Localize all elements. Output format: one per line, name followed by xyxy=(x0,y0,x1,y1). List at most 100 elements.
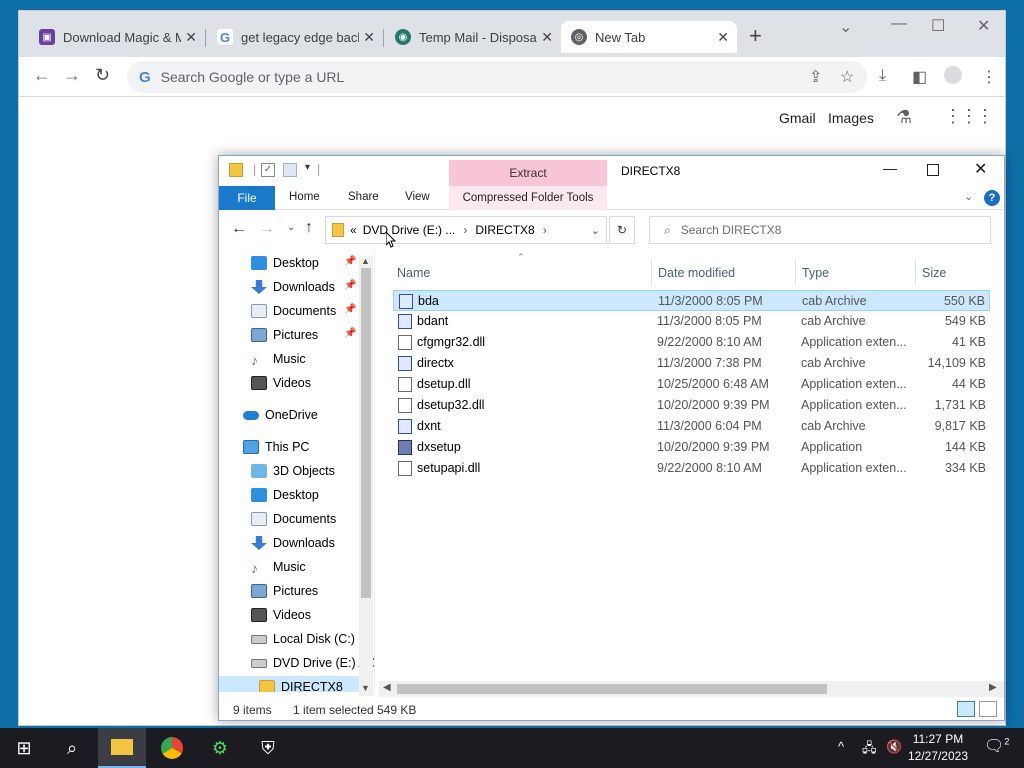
profile-avatar-icon[interactable] xyxy=(944,66,962,84)
nav-item-3d-objects[interactable]: 3D Objects xyxy=(251,460,335,482)
qat-dropdown-icon[interactable]: ▾ xyxy=(305,162,310,173)
pin-icon[interactable]: 📌 xyxy=(344,304,356,315)
tab-new-tab[interactable]: ◎ New Tab ✕ xyxy=(561,21,737,53)
scroll-down-icon[interactable]: ▼ xyxy=(361,683,370,693)
file-row[interactable]: dxnt 11/3/2000 6:04 PM cab Archive 9,817 KB xyxy=(393,416,990,437)
new-folder-icon[interactable] xyxy=(283,163,297,177)
up-arrow-icon[interactable]: ↑ xyxy=(305,219,313,237)
nav-item-videos-quick[interactable]: Videos xyxy=(251,372,311,394)
nav-item-downloads[interactable]: Downloads xyxy=(251,532,335,554)
horizontal-scroll-thumb[interactable] xyxy=(397,684,827,694)
ribbon-expand-chevron-icon[interactable]: ⌄ xyxy=(964,190,973,203)
address-dropdown-icon[interactable]: ⌄ xyxy=(591,224,600,237)
close-tab-icon[interactable]: ✕ xyxy=(363,29,375,46)
share-icon[interactable]: ⇪ xyxy=(809,67,822,87)
address-overflow[interactable]: « xyxy=(350,223,357,237)
volume-muted-icon[interactable]: 🔇 xyxy=(886,739,902,755)
green-app-taskbar-icon[interactable]: ⚙ xyxy=(196,728,244,768)
file-row[interactable]: bda 11/3/2000 8:05 PM cab Archive 550 KB xyxy=(393,290,990,311)
show-hidden-icons-chevron[interactable]: ^ xyxy=(838,739,844,754)
extract-context-tab[interactable]: Extract xyxy=(449,160,607,186)
nav-item-pictures-quick[interactable]: Pictures xyxy=(251,324,318,346)
refresh-icon[interactable]: ↻ xyxy=(609,216,635,244)
column-header-size[interactable]: Size xyxy=(922,266,946,280)
column-header-name[interactable]: Name xyxy=(397,266,430,280)
nav-item-music-quick[interactable]: ♪ Music xyxy=(251,348,306,370)
pin-icon[interactable]: 📌 xyxy=(344,256,356,267)
scroll-left-icon[interactable]: ◀ xyxy=(383,682,391,693)
minimize-icon[interactable]: — xyxy=(891,15,907,33)
nav-item-onedrive[interactable]: OneDrive xyxy=(243,404,318,426)
tab-search-chevron-icon[interactable]: ⌄ xyxy=(839,17,852,37)
details-view-icon[interactable] xyxy=(957,701,975,717)
help-icon[interactable]: ? xyxy=(984,190,1000,206)
nav-item-videos[interactable]: Videos xyxy=(251,604,311,626)
large-icons-view-icon[interactable] xyxy=(979,701,997,717)
back-arrow-icon[interactable]: ← xyxy=(33,65,51,86)
breadcrumb-chevron-icon[interactable]: › xyxy=(543,223,547,237)
labs-flask-icon[interactable]: ⚗ xyxy=(896,107,912,128)
file-row[interactable]: dxsetup 10/20/2000 9:39 PM Application 144 … xyxy=(393,437,990,458)
column-header-type[interactable]: Type xyxy=(802,266,829,280)
ribbon-tab-home[interactable]: Home xyxy=(289,191,320,203)
file-explorer-taskbar-icon[interactable] xyxy=(98,728,146,768)
scroll-right-icon[interactable]: ▶ xyxy=(989,682,997,693)
file-row[interactable]: dsetup.dll 10/25/2000 6:48 AM Application … xyxy=(393,374,990,395)
maximize-icon[interactable] xyxy=(927,164,939,176)
file-row[interactable]: directx 11/3/2000 7:38 PM cab Archive 14,10… xyxy=(393,353,990,374)
tab-download-magic[interactable]: ▣ Download Magic & M ✕ xyxy=(29,21,205,53)
pin-icon[interactable]: 📌 xyxy=(344,280,356,291)
pin-icon[interactable]: 📌 xyxy=(344,328,356,339)
nav-item-documents[interactable]: Documents xyxy=(251,508,336,530)
new-tab-plus-icon[interactable]: + xyxy=(749,25,762,47)
close-tab-icon[interactable]: ✕ xyxy=(717,29,729,46)
breadcrumb-chevron-icon[interactable]: › xyxy=(463,223,467,237)
download-icon[interactable]: ⤓ xyxy=(879,67,886,85)
search-box[interactable]: ⌕ Search DIRECTX8 xyxy=(649,216,991,244)
nav-item-music[interactable]: ♪ Music xyxy=(251,556,306,578)
nav-scroll-thumb[interactable] xyxy=(361,268,371,598)
close-tab-icon[interactable]: ✕ xyxy=(541,29,553,46)
windows-start-icon[interactable]: ⊞ xyxy=(0,728,48,768)
nav-item-pictures[interactable]: Pictures xyxy=(251,580,318,602)
column-header-date[interactable]: Date modified xyxy=(658,266,735,280)
nav-item-desktop[interactable]: Desktop xyxy=(251,484,319,506)
close-window-icon[interactable]: ✕ xyxy=(974,159,987,179)
column-separator[interactable] xyxy=(651,258,652,286)
search-icon[interactable]: ⌕ xyxy=(48,728,96,768)
menu-kebab-icon[interactable]: ⋮ xyxy=(981,67,997,87)
ribbon-tab-compressed-folder-tools[interactable]: Compressed Folder Tools xyxy=(449,186,607,210)
column-separator[interactable] xyxy=(915,258,916,286)
ribbon-tab-file[interactable]: File xyxy=(219,186,275,210)
chrome-taskbar-icon[interactable] xyxy=(148,728,196,768)
minimize-icon[interactable]: — xyxy=(883,160,897,176)
nav-item-local-disk[interactable]: Local Disk (C:) xyxy=(251,628,355,650)
network-icon[interactable]: 🖧 xyxy=(862,739,877,761)
nav-item-directx8[interactable]: DIRECTX8 xyxy=(219,676,359,692)
close-window-icon[interactable]: ✕ xyxy=(977,16,990,36)
tab-legacy-edge[interactable]: G get legacy edge back ✕ xyxy=(207,21,383,53)
breadcrumb-folder[interactable]: DIRECTX8 xyxy=(475,223,534,237)
scroll-up-icon[interactable]: ▲ xyxy=(361,256,370,266)
ribbon-tab-view[interactable]: View xyxy=(405,191,430,203)
file-row[interactable]: setupapi.dll 9/22/2000 8:10 AM Application… xyxy=(393,458,990,479)
bookmark-star-icon[interactable]: ☆ xyxy=(840,67,854,87)
column-separator[interactable] xyxy=(795,258,796,286)
images-link[interactable]: Images xyxy=(828,110,874,126)
nav-item-documents-quick[interactable]: Documents xyxy=(251,300,336,322)
back-arrow-icon[interactable]: ← xyxy=(231,220,247,238)
notifications-icon[interactable]: 🗨2 xyxy=(984,736,1009,756)
side-panel-icon[interactable]: ◧ xyxy=(912,67,927,87)
nav-item-desktop-quick[interactable]: Desktop xyxy=(251,252,319,274)
forward-arrow-icon[interactable]: → xyxy=(63,65,81,86)
security-shield-taskbar-icon[interactable]: ⛨ xyxy=(244,728,292,768)
forward-arrow-icon[interactable]: → xyxy=(259,220,275,238)
breadcrumb-drive[interactable]: DVD Drive (E:) ... xyxy=(363,223,456,237)
ribbon-tab-share[interactable]: Share xyxy=(348,191,379,203)
address-bar[interactable]: « DVD Drive (E:) ... › DIRECTX8 › ⌄ xyxy=(325,216,607,244)
file-row[interactable]: cfgmgr32.dll 9/22/2000 8:10 AM Application… xyxy=(393,332,990,353)
close-tab-icon[interactable]: ✕ xyxy=(185,29,197,46)
clock[interactable]: 11:27 PM 12/27/2023 xyxy=(908,731,968,765)
file-row[interactable]: bdant 11/3/2000 8:05 PM cab Archive 549 KB xyxy=(393,311,990,332)
gmail-link[interactable]: Gmail xyxy=(779,110,816,126)
